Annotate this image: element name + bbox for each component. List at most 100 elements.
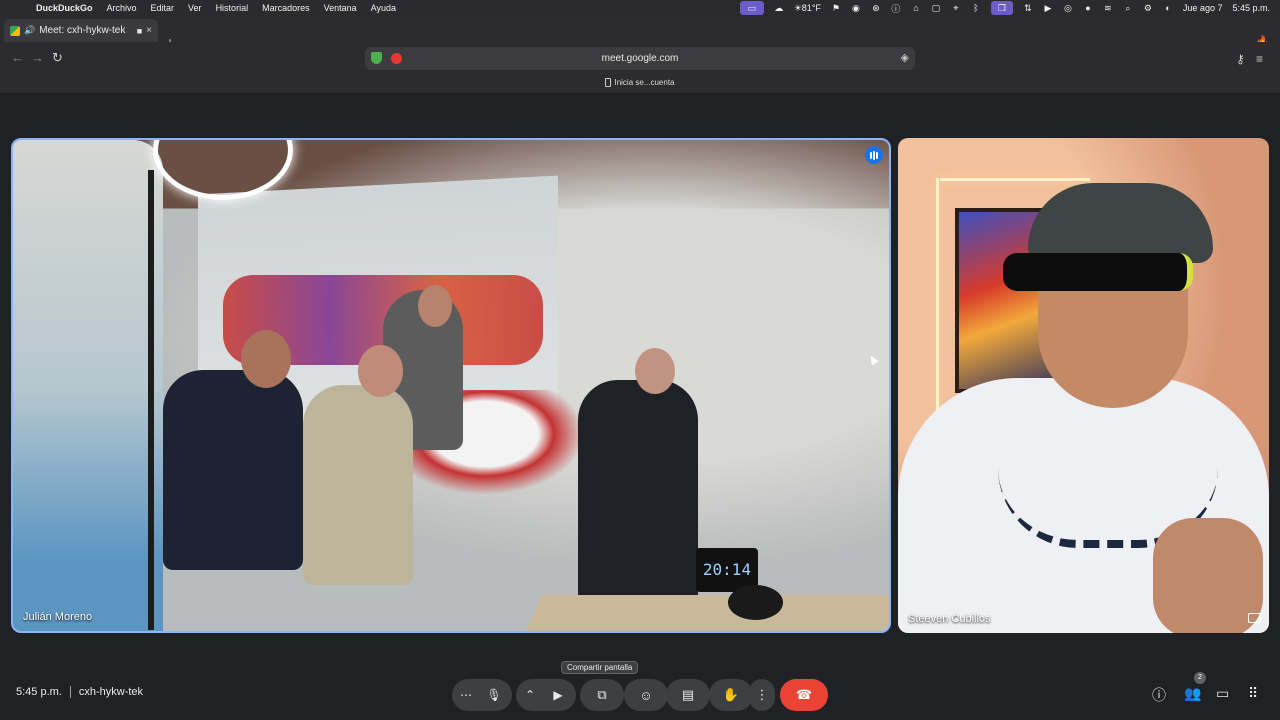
duck-ai-icon[interactable]: ◈	[901, 51, 909, 64]
account-icon[interactable]: ◎	[1063, 3, 1073, 14]
wifi-icon[interactable]: ≋	[1103, 3, 1113, 14]
menu-historial[interactable]: Historial	[216, 3, 249, 13]
menu-app-name[interactable]: DuckDuckGo	[36, 3, 93, 13]
menu-editar[interactable]: Editar	[151, 3, 175, 13]
person-right	[578, 380, 698, 610]
reactions-button[interactable]: ☺	[624, 679, 668, 711]
phone-hangup-icon: ☎	[795, 687, 813, 702]
meet-favicon-icon	[10, 25, 20, 36]
pip-expand-icon[interactable]	[1248, 613, 1261, 623]
window-icon[interactable]: ▢	[931, 3, 941, 14]
speaking-indicator-icon	[865, 146, 883, 164]
meeting-details: 5:45 p.m. cxh-hykw-tek	[16, 686, 143, 698]
menubar-time[interactable]: 5:45 p.m.	[1232, 3, 1270, 13]
tab-close-icon[interactable]: ×	[146, 25, 152, 36]
raise-hand-button[interactable]: ✋	[709, 679, 753, 711]
signin-text: Inicia se...cuenta	[614, 78, 675, 87]
stage-manager-icon[interactable]: ❐	[990, 1, 1013, 15]
meeting-code: cxh-hykw-tek	[78, 686, 144, 698]
macos-menubar: DuckDuckGo Archivo Editar Ver Historial …	[0, 0, 1280, 16]
meeting-time: 5:45 p.m.	[16, 686, 62, 698]
camera-in-use-icon: ■	[136, 25, 143, 36]
address-bar[interactable]: meet.google.com ◈	[365, 47, 915, 70]
browser-toolbar: ← → ↻ meet.google.com ◈ ⚷ ≡ Inicia se...…	[0, 42, 1280, 94]
hand-icon: ✋	[722, 687, 740, 702]
meet-stage: 20:14 Julián Moreno Steeven Cubillos	[0, 95, 1280, 640]
participant-tile-main[interactable]: 20:14 Julián Moreno	[11, 138, 891, 633]
light-stand	[148, 170, 154, 630]
menubar-status-area: ▭ ☁ ☀81°F ⚑ ◉ ⊛ ⓘ ⌂ ▢ ⌖ ᛒ ❐ ⇅ ▶ ◎ ● ≋ ⌕ …	[739, 1, 1280, 15]
recording-indicator-icon[interactable]	[391, 53, 402, 64]
airplay-icon[interactable]: ⌂	[911, 3, 921, 13]
sacks-image	[13, 140, 163, 631]
desk	[523, 595, 889, 631]
signin-prompt[interactable]: Inicia se...cuenta	[0, 78, 1280, 88]
tab-meet[interactable]: 🔊 Meet: cxh-hykw-tek ■ ×	[4, 19, 158, 42]
captions-icon: ▤	[681, 687, 695, 702]
sunglasses	[1003, 253, 1193, 291]
microphone-icon[interactable]: 🎙	[480, 688, 508, 702]
menu-marcadores[interactable]: Marcadores	[262, 3, 310, 13]
meet-control-bar: 5:45 p.m. cxh-hykw-tek ⋯ 🎙 ⌃ ▶ ⧉ ☺ ▤ ✋ ⋮…	[0, 672, 1280, 720]
leave-call-button[interactable]: ☎	[780, 679, 828, 711]
menubar-date[interactable]: Jue ago 7	[1183, 3, 1223, 13]
more-audio-options-icon[interactable]: ⋯	[452, 688, 480, 702]
bluetooth-icon[interactable]: ᛒ	[971, 3, 981, 13]
present-screen-icon: ⧉	[597, 687, 607, 702]
browser-menu-icon[interactable]: ≡	[1256, 52, 1263, 66]
cloud-icon[interactable]: ☁	[774, 3, 784, 14]
menu-ver[interactable]: Ver	[188, 3, 202, 13]
passwords-key-icon[interactable]: ⚷	[1236, 52, 1245, 66]
participant-name-side: Steeven Cubillos	[908, 613, 991, 625]
flag-icon[interactable]: ⚑	[831, 3, 841, 14]
address-url: meet.google.com	[601, 53, 679, 64]
led-strip-top	[940, 178, 1090, 181]
emoji-icon: ☺	[639, 687, 653, 703]
more-options-button[interactable]: ⋮	[749, 679, 775, 711]
present-screen-button[interactable]: ⧉	[580, 679, 624, 711]
person-standing-head	[418, 285, 452, 327]
audio-controls: ⋯ 🎙	[452, 679, 512, 711]
play-icon[interactable]: ▶	[1043, 3, 1053, 14]
zoom-icon[interactable]: ◉	[851, 3, 861, 14]
participant-name-main: Julián Moreno	[23, 611, 93, 623]
pin-icon[interactable]: ⌖	[951, 3, 961, 14]
info-status-icon[interactable]: ⓘ	[891, 2, 901, 15]
network-icon[interactable]: ⇅	[1023, 3, 1033, 14]
user-icon[interactable]: ●	[1083, 3, 1093, 13]
person-left	[163, 370, 303, 570]
share-screen-tooltip: Compartir pantalla	[561, 661, 639, 674]
siri-icon[interactable]: ◐	[1163, 3, 1173, 13]
screen-share-status-icon[interactable]: ▭	[739, 1, 764, 15]
person-right-head	[635, 348, 675, 394]
menu-ayuda[interactable]: Ayuda	[371, 3, 396, 13]
tab-title: Meet: cxh-hykw-tek	[39, 25, 126, 36]
menu-ventana[interactable]: Ventana	[324, 3, 357, 13]
participant-tile-side[interactable]: Steeven Cubillos	[898, 138, 1269, 633]
weather-status[interactable]: ☀81°F	[794, 3, 821, 14]
menu-archivo[interactable]: Archivo	[107, 3, 137, 13]
video-options-chevron-icon[interactable]: ⌃	[516, 688, 544, 702]
browser-tabbar: 🔊 Meet: cxh-hykw-tek ■ × + 🔥	[0, 16, 1280, 50]
search-icon[interactable]: ⌕	[1123, 3, 1133, 14]
back-arrow-icon[interactable]: ←	[11, 50, 24, 65]
more-vert-icon: ⋮	[755, 687, 769, 702]
activities-icon[interactable]: ⠿	[1248, 685, 1258, 702]
computer-mouse	[728, 585, 783, 620]
reload-icon[interactable]: ↻	[52, 50, 63, 66]
people-count-badge: 2	[1194, 672, 1206, 684]
person-left-head	[241, 330, 291, 388]
captions-button[interactable]: ▤	[666, 679, 710, 711]
control-center-icon[interactable]: ⚙	[1143, 3, 1153, 14]
person-middle-head	[358, 345, 403, 397]
chat-icon[interactable]: ▭	[1216, 685, 1229, 702]
people-icon[interactable]: 👥	[1184, 685, 1201, 702]
person-hand	[1153, 518, 1263, 633]
video-controls: ⌃ ▶	[516, 679, 576, 711]
meeting-details-info-icon[interactable]: ⓘ	[1152, 685, 1166, 705]
forward-arrow-icon[interactable]: →	[31, 50, 44, 65]
camera-icon[interactable]: ▶	[544, 688, 572, 702]
app-status-icon[interactable]: ⊛	[871, 3, 881, 14]
audio-playing-icon[interactable]: 🔊	[24, 25, 35, 36]
privacy-shield-icon[interactable]	[371, 52, 382, 64]
